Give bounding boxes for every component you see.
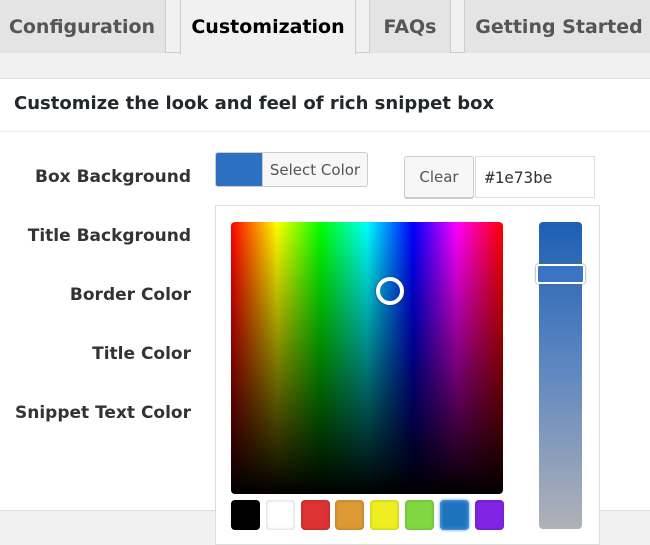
- label-snippet-text-color: Snippet Text Color: [14, 403, 191, 423]
- tab-faqs[interactable]: FAQs: [369, 0, 451, 53]
- hex-color-input[interactable]: [475, 156, 595, 198]
- color-picker-handle[interactable]: [376, 277, 404, 305]
- select-color-label: Select Color: [262, 153, 367, 186]
- tab-configuration[interactable]: Configuration: [0, 0, 166, 53]
- label-title-color: Title Color: [92, 344, 191, 364]
- select-color-button[interactable]: Select Color: [215, 152, 368, 187]
- slider-handle[interactable]: [536, 264, 585, 284]
- palette-swatch[interactable]: [474, 500, 504, 530]
- label-box-background: Box Background: [35, 167, 191, 187]
- tab-getting-started[interactable]: Getting Started: [464, 0, 650, 53]
- current-color-swatch: [216, 153, 262, 186]
- palette-swatch[interactable]: [300, 500, 330, 530]
- palette-swatch[interactable]: [231, 500, 260, 530]
- label-title-background: Title Background: [27, 226, 191, 246]
- palette-swatch[interactable]: [405, 500, 434, 530]
- divider: [0, 131, 650, 132]
- palette-swatch[interactable]: [335, 500, 365, 530]
- tab-customization[interactable]: Customization: [180, 0, 356, 54]
- palette-swatch[interactable]: [439, 500, 469, 530]
- color-gradient-area[interactable]: [231, 222, 503, 494]
- clear-button[interactable]: Clear: [404, 156, 474, 198]
- palette-swatch[interactable]: [370, 500, 400, 530]
- section-heading: Customize the look and feel of rich snip…: [14, 93, 495, 114]
- palette-swatch[interactable]: [265, 500, 295, 530]
- tab-bar: Configuration Customization FAQs Getting…: [0, 0, 650, 54]
- label-border-color: Border Color: [69, 285, 191, 305]
